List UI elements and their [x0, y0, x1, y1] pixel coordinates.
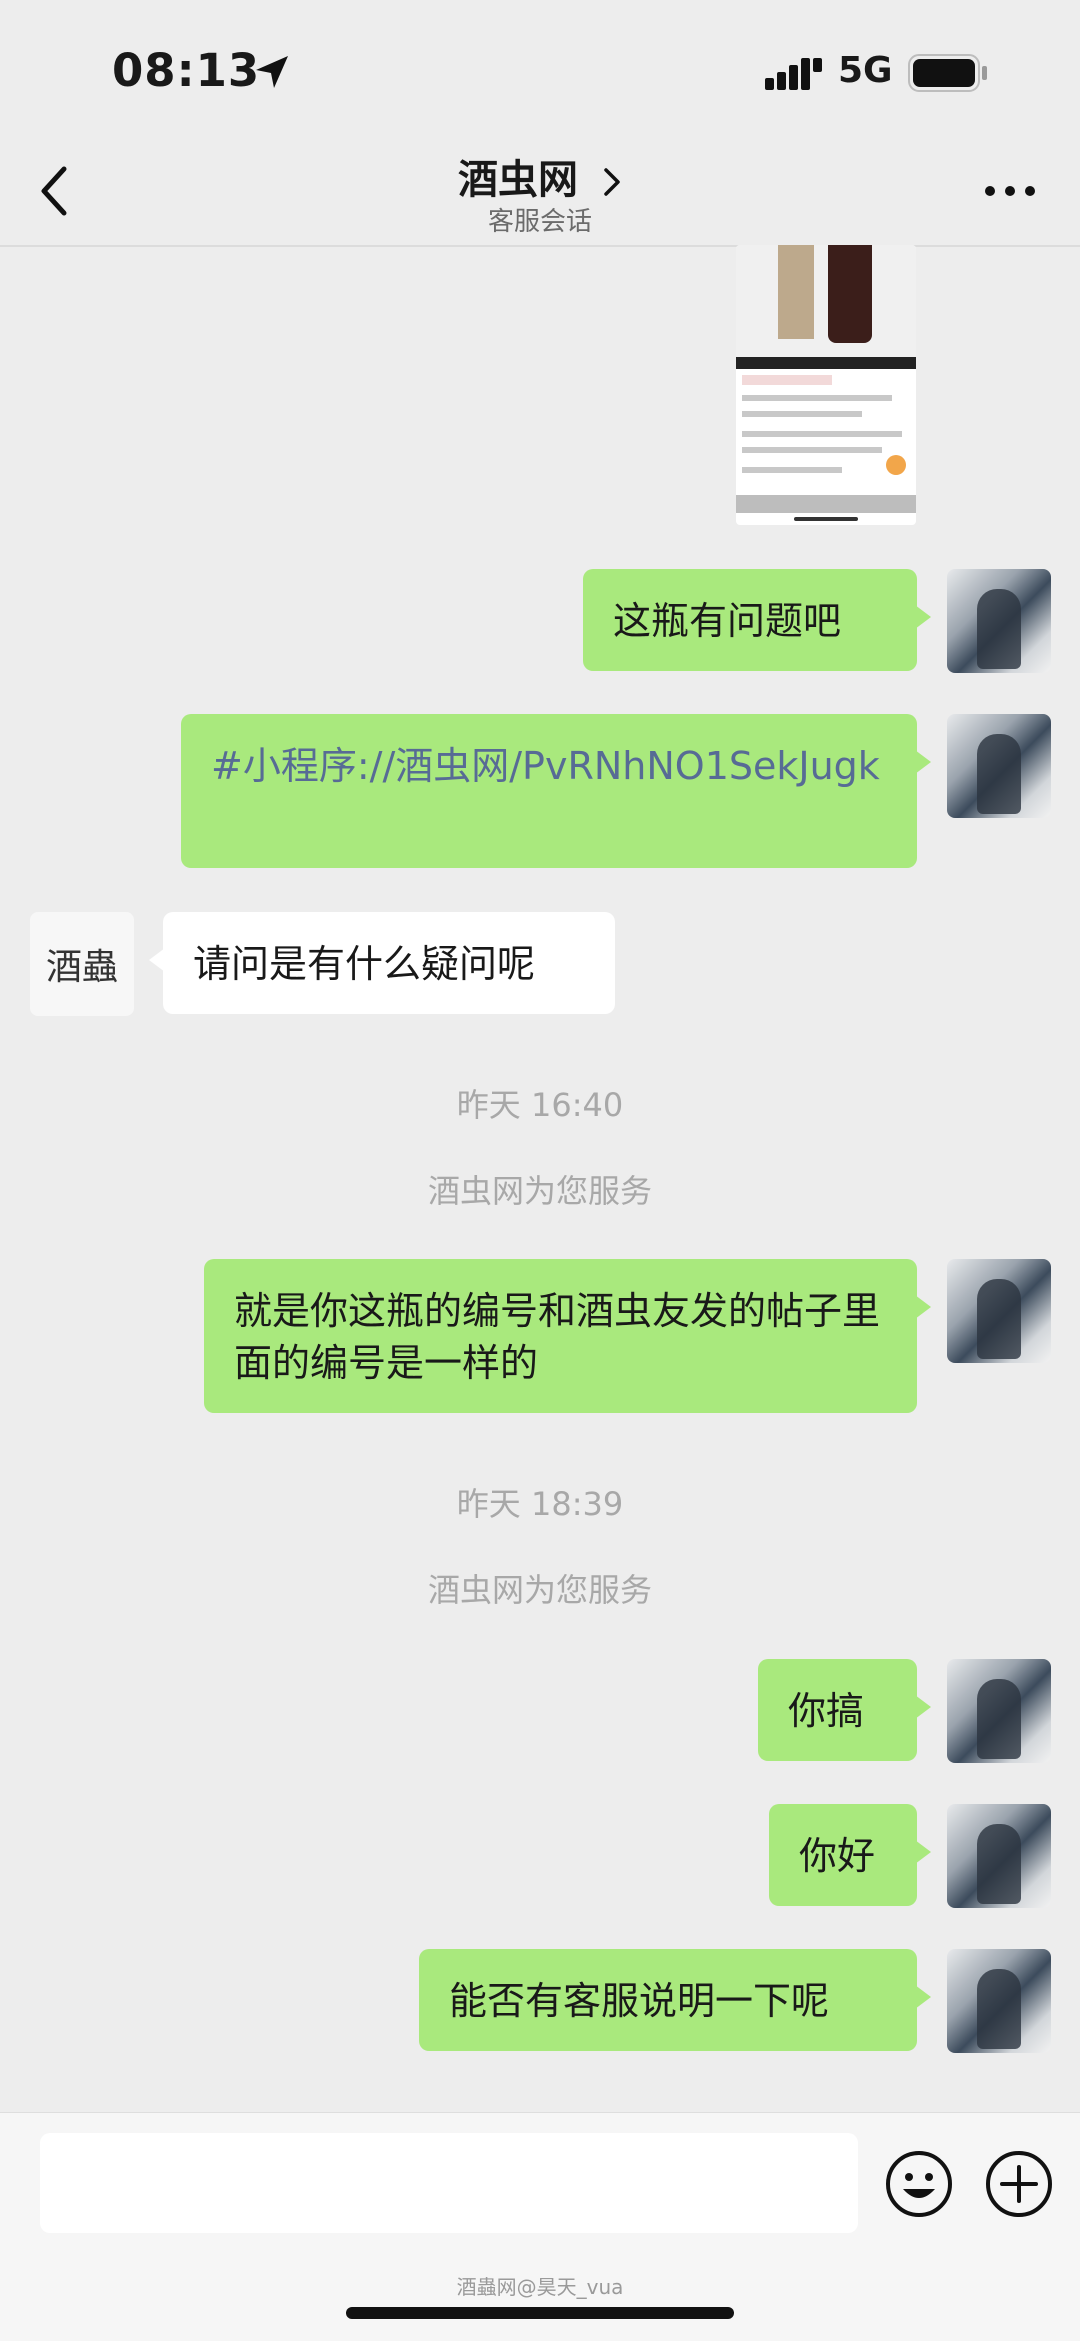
screenshot-price: [742, 375, 832, 385]
screenshot-line: [742, 467, 842, 473]
signal-icon: [765, 58, 822, 90]
message-bubble-outgoing[interactable]: 这瓶有问题吧: [583, 569, 931, 671]
message-text: 你好: [799, 1834, 876, 1878]
system-notice: 酒虫网为您服务: [427, 1571, 652, 1609]
screenshot-bar: [736, 357, 916, 369]
message-bubble-incoming[interactable]: 请问是有什么疑问呢: [149, 912, 615, 1014]
home-indicator: [346, 2307, 734, 2319]
input-bar: 酒蟲网@昊天_vua: [0, 2112, 1080, 2341]
product-box: [778, 245, 814, 339]
system-notice: 酒虫网为您服务: [427, 1172, 652, 1210]
screenshot-home-indicator: [794, 517, 858, 521]
user-avatar[interactable]: [947, 1659, 1051, 1763]
screenshot-line: [742, 431, 902, 437]
chevron-right-icon: [604, 168, 620, 196]
message-input[interactable]: [40, 2133, 858, 2233]
plus-icon[interactable]: [984, 2149, 1054, 2219]
chat-title-text: 酒虫网: [458, 157, 579, 203]
message-text: 这瓶有问题吧: [613, 599, 842, 643]
message-bubble-outgoing[interactable]: #小程序://酒虫网/PvRNhNO1SekJugk: [181, 714, 931, 868]
screenshot-line: [742, 395, 892, 401]
product-screenshot-image[interactable]: [736, 245, 916, 525]
message-bubble-outgoing[interactable]: 你搞: [758, 1659, 931, 1761]
battery-icon: [908, 54, 987, 92]
user-avatar[interactable]: [947, 1259, 1051, 1363]
chat-subtitle: 客服会话: [487, 207, 592, 237]
message-bubble-outgoing[interactable]: 你好: [769, 1804, 931, 1906]
product-photo: [736, 245, 916, 357]
message-bubble-outgoing[interactable]: 就是你这瓶的编号和酒虫友发的帖子里面的编号是一样的: [204, 1259, 931, 1413]
message-text: 你搞: [788, 1689, 865, 1733]
watermark: 酒蟲网@昊天_vua: [456, 2275, 624, 2299]
message-text: 能否有客服说明一下呢: [449, 1979, 830, 2023]
mini-program-link[interactable]: #小程序://酒虫网/PvRNhNO1SekJugk: [211, 744, 880, 788]
network-type: 5G: [838, 50, 893, 91]
user-avatar[interactable]: [947, 1804, 1051, 1908]
status-bar: 08:13 5G: [0, 0, 1080, 135]
timestamp: 昨天 16:40: [456, 1086, 624, 1124]
more-icon[interactable]: [982, 179, 1038, 203]
screenshot-line: [742, 447, 882, 453]
shop-avatar[interactable]: 酒蟲: [30, 912, 134, 1016]
screenshot-line: [742, 411, 862, 417]
screenshot-footer: [736, 495, 916, 513]
screenshot-badge: [886, 455, 906, 475]
status-time: 08:13: [112, 44, 261, 97]
message-text: 就是你这瓶的编号和酒虫友发的帖子里面的编号是一样的: [234, 1289, 881, 1385]
message-bubble-outgoing[interactable]: 能否有客服说明一下呢: [419, 1949, 931, 2051]
product-bottle: [828, 245, 872, 343]
timestamp: 昨天 18:39: [456, 1485, 624, 1523]
emoji-icon[interactable]: [884, 2149, 954, 2219]
location-arrow-icon: [256, 56, 288, 88]
message-text: 请问是有什么疑问呢: [193, 942, 536, 986]
user-avatar[interactable]: [947, 569, 1051, 673]
shop-avatar-logo: 酒蟲: [45, 947, 118, 988]
user-avatar[interactable]: [947, 714, 1051, 818]
nav-bar: 酒虫网 客服会话: [0, 135, 1080, 247]
user-avatar[interactable]: [947, 1949, 1051, 2053]
chat-title[interactable]: 酒虫网: [0, 147, 1080, 205]
